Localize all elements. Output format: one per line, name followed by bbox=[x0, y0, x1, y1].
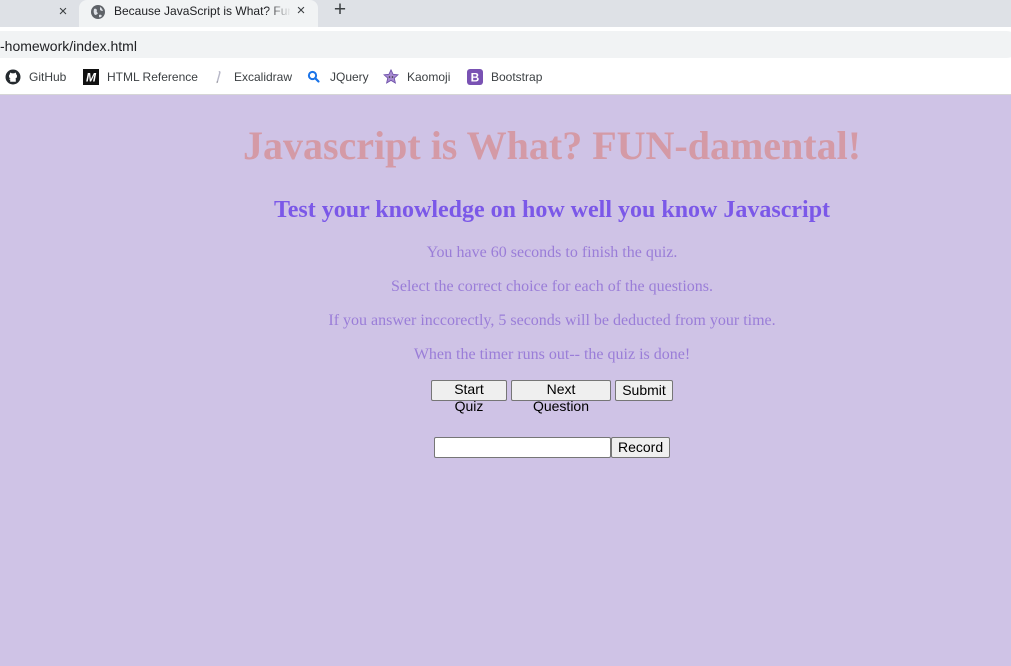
next-question-button[interactable]: Next Question bbox=[511, 380, 611, 414]
bookmarks-bar: GitHub M HTML Reference Excalidraw JQuer… bbox=[0, 60, 1011, 95]
instruction-text: Select the correct choice for each of th… bbox=[390, 278, 714, 295]
bookmark-kaomoji[interactable]: Kaomoji bbox=[383, 68, 451, 85]
submit-button[interactable]: Submit bbox=[615, 380, 673, 401]
page-subtitle: Test your knowledge on how well you know… bbox=[273, 197, 831, 223]
bookmark-label: Bootstrap bbox=[491, 70, 543, 84]
excalidraw-icon bbox=[210, 69, 226, 85]
bookmark-label: GitHub bbox=[29, 70, 67, 84]
page-title: Javascript is What? FUN-damental! bbox=[242, 123, 862, 168]
github-icon bbox=[5, 69, 21, 85]
previous-tab-close-icon[interactable]: × bbox=[53, 2, 73, 22]
bookmark-label: Kaomoji bbox=[407, 70, 451, 84]
address-bar[interactable] bbox=[0, 31, 1011, 58]
globe-icon bbox=[91, 5, 105, 19]
kaomoji-icon bbox=[383, 68, 399, 85]
browser-toolbar bbox=[0, 27, 1011, 60]
bookmark-html-reference[interactable]: M HTML Reference bbox=[83, 69, 198, 85]
page-content: Javascript is What? FUN-damental! Test y… bbox=[0, 96, 1011, 666]
bookmark-label: HTML Reference bbox=[107, 70, 198, 84]
bookmark-excalidraw[interactable]: Excalidraw bbox=[210, 69, 292, 85]
instruction-text: If you answer inccorectly, 5 seconds wil… bbox=[328, 312, 776, 329]
bootstrap-icon: B bbox=[467, 69, 483, 85]
bookmark-jquery[interactable]: JQuery bbox=[306, 69, 369, 85]
svg-text:M: M bbox=[86, 71, 97, 85]
bookmark-label: JQuery bbox=[330, 70, 369, 84]
close-tab-icon[interactable]: × bbox=[291, 1, 311, 21]
bookmark-bootstrap[interactable]: B Bootstrap bbox=[467, 69, 542, 85]
start-quiz-button[interactable]: Start Quiz bbox=[431, 380, 507, 414]
tab-active[interactable]: Because JavaScript is What? Func × bbox=[79, 0, 318, 27]
tab-title: Because JavaScript is What? Func bbox=[114, 4, 290, 18]
search-icon bbox=[306, 69, 322, 85]
tab-title-fade bbox=[267, 0, 291, 22]
tab-strip: × Because JavaScript is What? Func × + bbox=[0, 0, 1011, 27]
instruction-text: When the timer runs out-- the quiz is do… bbox=[413, 346, 691, 363]
record-button[interactable]: Record bbox=[611, 437, 670, 458]
url-text[interactable]: -homework/index.html bbox=[0, 37, 137, 55]
new-tab-icon[interactable]: + bbox=[329, 0, 351, 21]
bookmark-label: Excalidraw bbox=[234, 70, 293, 84]
record-input[interactable] bbox=[434, 437, 611, 458]
bookmark-github[interactable]: GitHub bbox=[5, 69, 66, 85]
instruction-text: You have 60 seconds to finish the quiz. bbox=[426, 244, 678, 261]
html-reference-icon: M bbox=[83, 69, 99, 85]
svg-text:B: B bbox=[471, 71, 480, 85]
